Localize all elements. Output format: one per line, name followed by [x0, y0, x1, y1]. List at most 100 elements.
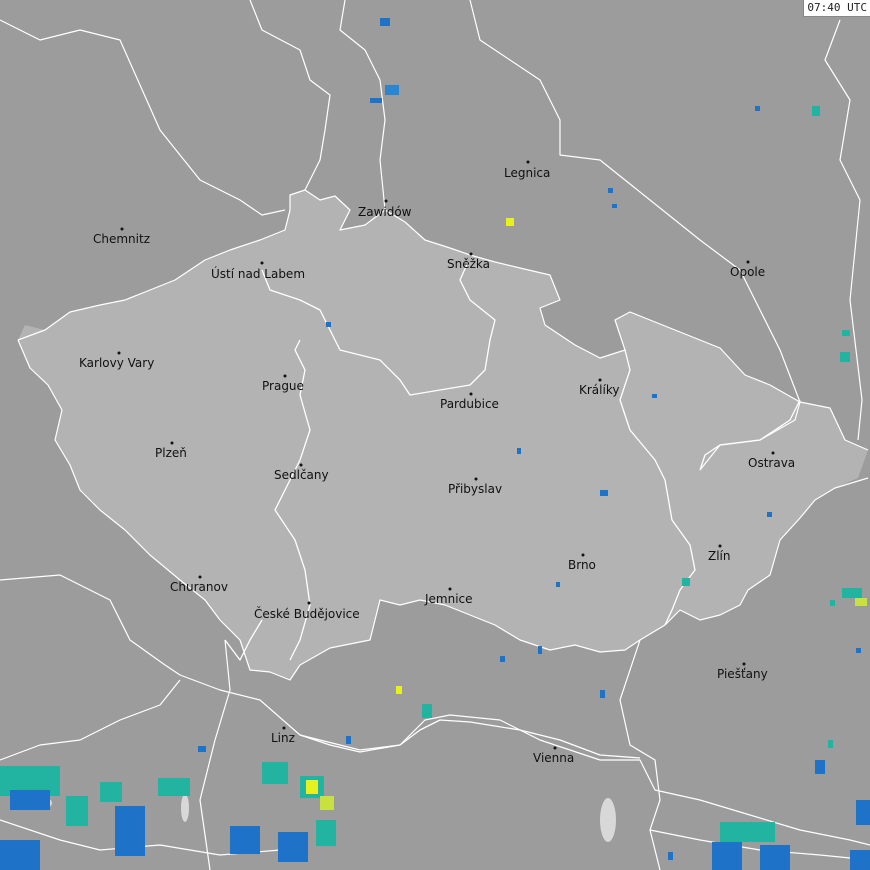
radar-echo	[600, 690, 605, 698]
radar-echo	[230, 826, 260, 854]
radar-echo	[855, 598, 867, 606]
city-label-piestany: Piešťany	[717, 667, 768, 681]
radar-echo	[755, 106, 760, 111]
city-label-legnica: Legnica	[504, 166, 550, 180]
radar-echo	[306, 780, 318, 794]
border-at-south-west	[0, 679, 181, 761]
city-label-vienna: Vienna	[533, 751, 574, 765]
city-label-sedlcany: Sedlčany	[274, 468, 329, 482]
city-dot	[299, 463, 303, 467]
city-dot	[553, 746, 557, 750]
radar-echo	[652, 394, 657, 398]
timestamp-label: 07:40 UTC	[803, 0, 870, 17]
city-dot	[474, 477, 478, 481]
radar-echo	[612, 204, 617, 208]
city-label-churanov: Churanov	[170, 580, 228, 594]
city-dot	[198, 575, 202, 579]
border-pl-west	[339, 0, 386, 211]
radar-echo	[760, 845, 790, 870]
radar-echo	[198, 746, 206, 752]
map-canvas: Chemnitz Zawidów Legnica Ústí nad Labem …	[0, 0, 870, 870]
radar-echo	[10, 790, 50, 810]
radar-echo	[316, 820, 336, 846]
city-dot	[282, 726, 286, 730]
city-label-karlovy-vary: Karlovy Vary	[79, 356, 154, 370]
lake-alpine-1	[181, 794, 189, 822]
city-dot	[469, 252, 473, 256]
border-at-de	[199, 639, 231, 870]
radar-echo	[600, 490, 608, 496]
radar-echo	[668, 852, 673, 860]
city-dot	[742, 662, 746, 666]
city-dot	[120, 227, 124, 231]
radar-echo	[385, 85, 399, 95]
radar-echo	[66, 796, 88, 826]
lake-neusiedl	[600, 798, 616, 842]
city-dot	[598, 378, 602, 382]
city-label-usti: Ústí nad Labem	[211, 266, 305, 281]
radar-echo	[850, 850, 870, 870]
city-dot	[384, 199, 388, 203]
radar-echo	[115, 806, 145, 856]
radar-echo	[506, 218, 514, 226]
radar-echo	[0, 840, 40, 870]
city-dot	[746, 260, 750, 264]
radar-echo	[556, 582, 560, 587]
city-dot	[469, 392, 473, 396]
city-dot	[260, 261, 264, 265]
border-at-south	[0, 574, 870, 846]
radar-echo	[842, 330, 850, 336]
city-dot	[117, 351, 121, 355]
city-label-opole: Opole	[730, 265, 765, 279]
city-label-brno: Brno	[568, 558, 596, 572]
radar-echo	[842, 588, 862, 598]
city-label-kraliky: Králíky	[579, 383, 619, 397]
city-dot	[581, 553, 585, 557]
radar-echo	[346, 736, 351, 744]
radar-echo	[828, 740, 833, 748]
city-dot	[283, 374, 287, 378]
radar-echo	[712, 842, 742, 870]
radar-echo	[370, 98, 382, 103]
radar-echo	[517, 448, 521, 454]
city-label-prague: Prague	[262, 379, 304, 393]
city-label-plzen: Plzeň	[155, 446, 187, 460]
radar-echo	[830, 600, 835, 606]
radar-echo	[812, 106, 820, 116]
city-label-chemnitz: Chemnitz	[93, 232, 150, 246]
city-dot	[170, 441, 174, 445]
radar-echo	[682, 578, 690, 586]
city-dot	[718, 544, 722, 548]
radar-echo	[720, 822, 775, 842]
radar-echo	[856, 648, 861, 653]
radar-echo	[158, 778, 190, 796]
city-label-zawidow: Zawidów	[358, 205, 412, 219]
radar-echo	[326, 322, 331, 327]
radar-echo	[380, 18, 390, 26]
city-label-ceske-budejovice: České Budějovice	[254, 606, 360, 621]
radar-map: Chemnitz Zawidów Legnica Ústí nad Labem …	[0, 0, 870, 870]
border-ukr-north	[824, 19, 863, 441]
radar-echo	[856, 800, 870, 825]
city-dot	[771, 451, 775, 455]
radar-echo	[320, 796, 334, 810]
city-label-linz: Linz	[271, 731, 295, 745]
city-label-ostrava: Ostrava	[748, 456, 795, 470]
radar-echo	[840, 352, 850, 362]
city-label-zlin: Zlín	[708, 549, 731, 563]
border-de-pl	[249, 0, 331, 191]
city-label-pardubice: Pardubice	[440, 397, 499, 411]
radar-echo	[422, 704, 432, 718]
radar-echo	[100, 782, 122, 802]
city-label-pribyslav: Přibyslav	[448, 482, 502, 496]
city-dot	[307, 601, 311, 605]
radar-echo	[396, 686, 402, 694]
radar-echo	[767, 512, 772, 517]
city-dot	[448, 587, 452, 591]
radar-echo	[538, 646, 542, 654]
city-label-snezka: Sněžka	[447, 257, 490, 271]
radar-echo	[262, 762, 288, 784]
border-at-sk-hu	[619, 639, 661, 870]
radar-echo	[608, 188, 613, 193]
border-de-north-west	[0, 19, 286, 216]
